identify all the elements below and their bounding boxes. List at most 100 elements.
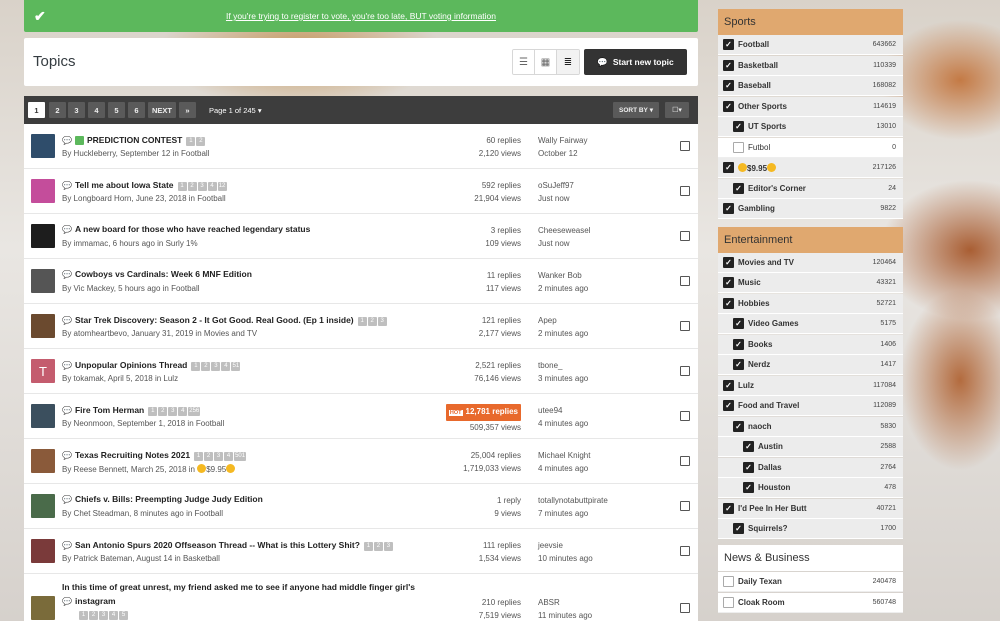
topic-page-link[interactable]: 2 <box>158 407 168 416</box>
last-poster-link[interactable]: Michael Knight <box>538 449 590 462</box>
topic-select-checkbox[interactable] <box>680 366 690 376</box>
checkbox-checked-icon[interactable]: ✓ <box>743 482 754 493</box>
category-item-books[interactable]: ✓ Books 1406 <box>718 335 903 355</box>
checkbox-checked-icon[interactable]: ✓ <box>723 60 734 71</box>
page-5-button[interactable]: 5 <box>108 102 125 118</box>
checkbox-checked-icon[interactable]: ✓ <box>723 162 734 173</box>
last-page-button[interactable]: » <box>179 102 196 118</box>
last-post-time[interactable]: Just now <box>538 237 590 250</box>
category-item-gambling[interactable]: ✓ Gambling 9822 <box>718 199 903 219</box>
table-view-button[interactable]: ≣ <box>557 50 579 74</box>
category-item-baseball[interactable]: ✓ Baseball 168082 <box>718 76 903 96</box>
topic-page-link[interactable]: 4 <box>224 452 234 461</box>
checkbox-checked-icon[interactable]: ✓ <box>723 380 734 391</box>
avatar[interactable] <box>31 596 55 620</box>
topic-title-link[interactable]: In this time of great unrest, my friend … <box>62 582 415 592</box>
topic-page-link[interactable]: 3 <box>211 362 221 371</box>
announcement-link[interactable]: If you're trying to register to vote, yo… <box>24 11 698 21</box>
checkbox-unchecked-icon[interactable] <box>723 576 734 587</box>
topic-title-link[interactable]: PREDICTION CONTEST <box>87 135 182 145</box>
avatar[interactable] <box>31 404 55 428</box>
topic-select-checkbox[interactable] <box>680 231 690 241</box>
category-item-nerdz[interactable]: ✓ Nerdz 1417 <box>718 355 903 375</box>
category-item-austin[interactable]: ✓ Austin 2588 <box>718 437 903 457</box>
last-post-time[interactable]: Just now <box>538 192 574 205</box>
topic-page-link[interactable]: 3 <box>383 542 393 551</box>
topic-page-link[interactable]: 3 <box>214 452 224 461</box>
topic-page-link[interactable]: 2 <box>373 542 383 551</box>
last-post-time[interactable]: 11 minutes ago <box>538 609 592 621</box>
topic-title-link[interactable]: Cowboys vs Cardinals: Week 6 MNF Edition <box>75 269 252 279</box>
avatar[interactable] <box>31 179 55 203</box>
checkbox-checked-icon[interactable]: ✓ <box>723 203 734 214</box>
category-item-editors-corner[interactable]: ✓ Editor's Corner 24 <box>718 179 903 199</box>
topic-title-link[interactable]: Chiefs v. Bills: Preempting Judge Judy E… <box>75 494 263 504</box>
last-poster-link[interactable]: totallynotabuttpirate <box>538 494 608 507</box>
topic-page-link[interactable]: 3 <box>197 182 207 191</box>
page-6-button[interactable]: 6 <box>128 102 145 118</box>
checkbox-unchecked-icon[interactable] <box>733 142 744 153</box>
last-post-time[interactable]: 7 minutes ago <box>538 507 608 520</box>
topic-title-link[interactable]: Texas Recruiting Notes 2021 <box>75 450 190 460</box>
category-item-futbol[interactable]: Futbol 0 <box>718 138 903 158</box>
topic-page-link[interactable]: 2 <box>204 452 214 461</box>
topic-page-link[interactable]: 4 <box>109 611 118 620</box>
topic-page-link[interactable]: 501 <box>234 452 247 461</box>
topic-page-link[interactable]: 4 <box>221 362 231 371</box>
checkbox-checked-icon[interactable]: ✓ <box>733 183 744 194</box>
last-post-time[interactable]: 3 minutes ago <box>538 372 588 385</box>
avatar[interactable] <box>31 269 55 293</box>
topic-title-link[interactable]: Tell me about Iowa State <box>75 180 174 190</box>
category-item-hobbies[interactable]: ✓ Hobbies 52721 <box>718 294 903 314</box>
topic-page-link[interactable]: 2 <box>196 137 206 146</box>
category-item-daily-texan[interactable]: Daily Texan 240478 <box>718 572 903 592</box>
avatar[interactable] <box>31 494 55 518</box>
checkbox-checked-icon[interactable]: ✓ <box>723 298 734 309</box>
last-post-time[interactable]: October 12 <box>538 147 587 160</box>
topic-page-link[interactable]: 2 <box>89 611 98 620</box>
topic-page-link[interactable]: 1 <box>148 407 158 416</box>
avatar[interactable] <box>31 224 55 248</box>
category-item-cloak-room[interactable]: Cloak Room 560748 <box>718 593 903 613</box>
topic-title-link[interactable]: A new board for those who have reached l… <box>75 224 310 234</box>
last-poster-link[interactable]: Apep <box>538 314 588 327</box>
avatar[interactable] <box>31 449 55 473</box>
category-item-music[interactable]: ✓ Music 43321 <box>718 273 903 293</box>
page-1-button[interactable]: 1 <box>28 102 45 118</box>
topic-page-link[interactable]: 4 <box>207 182 217 191</box>
checkbox-checked-icon[interactable]: ✓ <box>733 359 744 370</box>
last-post-time[interactable]: 4 minutes ago <box>538 417 588 430</box>
last-poster-link[interactable]: ABSR <box>538 596 592 609</box>
checkbox-checked-icon[interactable]: ✓ <box>723 39 734 50</box>
topic-page-link[interactable]: 3 <box>99 611 108 620</box>
topic-title-link[interactable]: Unpopular Opinions Thread <box>75 360 187 370</box>
topic-page-link[interactable]: 3 <box>377 317 387 326</box>
category-item-houston[interactable]: ✓ Houston 478 <box>718 478 903 498</box>
topic-select-checkbox[interactable] <box>680 186 690 196</box>
topic-page-link[interactable]: 1 <box>194 452 204 461</box>
checkbox-unchecked-icon[interactable] <box>723 597 734 608</box>
checkbox-checked-icon[interactable]: ✓ <box>733 318 744 329</box>
topic-page-link[interactable]: 12 <box>217 182 227 191</box>
avatar[interactable] <box>31 134 55 158</box>
next-page-button[interactable]: NEXT <box>148 102 177 118</box>
last-poster-link[interactable]: utee94 <box>538 404 588 417</box>
topic-select-checkbox[interactable] <box>680 456 690 466</box>
category-item-video-games[interactable]: ✓ Video Games 5175 <box>718 314 903 334</box>
topic-title-link[interactable]: San Antonio Spurs 2020 Offseason Thread … <box>75 540 360 550</box>
topic-page-link[interactable]: 2 <box>187 182 197 191</box>
category-item-9-95[interactable]: ✓ $9.95 217126 <box>718 158 903 178</box>
topic-page-link[interactable]: 1 <box>79 611 88 620</box>
avatar[interactable] <box>31 314 55 338</box>
category-item-lulz[interactable]: ✓ Lulz 117084 <box>718 376 903 396</box>
page-jump-dropdown[interactable]: Page 1 of 245 ▾ <box>209 106 262 115</box>
topic-title-link[interactable]: Fire Tom Herman <box>75 405 144 415</box>
last-poster-link[interactable]: tbone_ <box>538 359 588 372</box>
last-poster-link[interactable]: Wally Fairway <box>538 134 587 147</box>
category-item-basketball[interactable]: ✓ Basketball 110339 <box>718 56 903 76</box>
topic-page-link[interactable]: 1 <box>363 542 373 551</box>
page-3-button[interactable]: 3 <box>68 102 85 118</box>
page-4-button[interactable]: 4 <box>88 102 105 118</box>
last-poster-link[interactable]: oSuJeff97 <box>538 179 574 192</box>
topic-select-checkbox[interactable] <box>680 501 690 511</box>
